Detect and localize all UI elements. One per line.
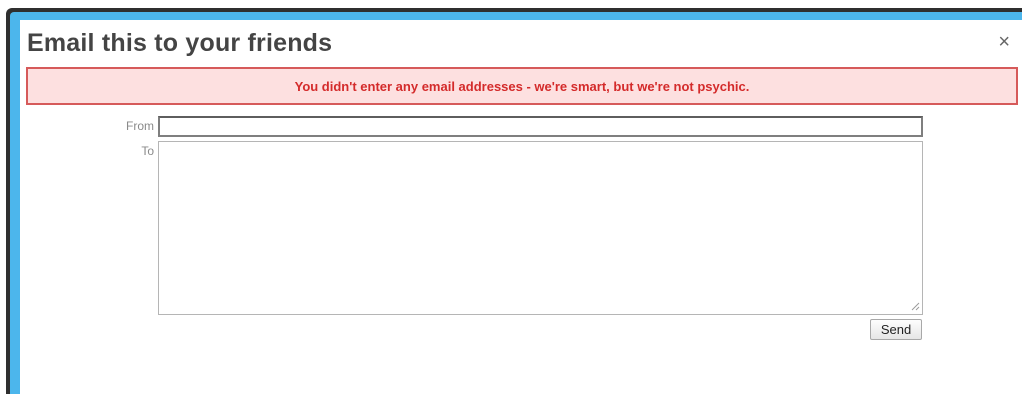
close-icon[interactable]: × bbox=[998, 32, 1010, 52]
error-message: You didn't enter any email addresses - w… bbox=[294, 78, 750, 94]
from-field[interactable] bbox=[158, 116, 923, 137]
send-button[interactable]: Send bbox=[870, 319, 922, 340]
email-dialog: Email this to your friends × You didn't … bbox=[20, 20, 1022, 394]
page-frame: Email this to your friends × You didn't … bbox=[0, 0, 1022, 394]
from-label: From bbox=[126, 119, 154, 133]
dialog-title: Email this to your friends bbox=[27, 29, 333, 57]
resize-grip-icon[interactable] bbox=[910, 301, 920, 311]
to-field[interactable] bbox=[158, 141, 923, 315]
to-label: To bbox=[141, 144, 154, 158]
error-banner: You didn't enter any email addresses - w… bbox=[26, 67, 1018, 105]
